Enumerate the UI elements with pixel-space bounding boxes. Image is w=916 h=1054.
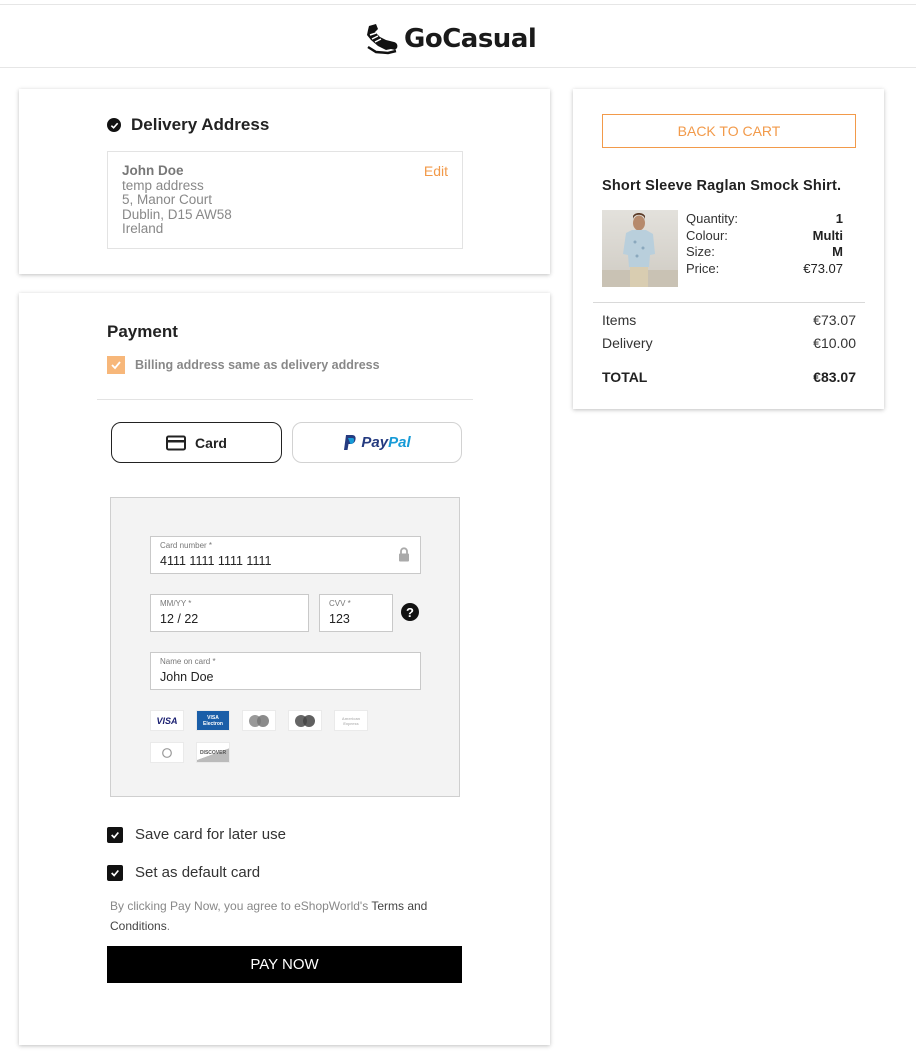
- items-row: Items €73.07: [602, 312, 856, 328]
- lock-icon: [399, 547, 409, 562]
- payment-card: Payment Billing address same as delivery…: [19, 293, 550, 1045]
- card-number-value[interactable]: 4111 1111 1111 1111: [160, 554, 271, 568]
- card-number-field[interactable]: Card number * 4111 1111 1111 1111: [150, 536, 421, 574]
- amex-logo: American Express: [334, 710, 368, 731]
- terms-prefix: By clicking Pay Now, you agree to eShopW…: [110, 899, 369, 913]
- sneaker-icon: [367, 24, 398, 55]
- total-label: TOTAL: [602, 369, 648, 385]
- attribute-label: Price:: [686, 260, 720, 276]
- attribute-row: Quantity: 1: [686, 211, 843, 228]
- diners-club-logo: [150, 742, 184, 763]
- address-box: John Doe temp address 5, Manor Court Dub…: [107, 151, 463, 249]
- attribute-row: Price: €73.07: [686, 261, 843, 278]
- save-card-label: Save card for later use: [135, 826, 286, 843]
- expiry-value[interactable]: 12 / 22: [160, 612, 198, 626]
- address-line: Ireland: [122, 221, 164, 236]
- divider: [97, 399, 473, 400]
- save-card-option[interactable]: Save card for later use: [107, 826, 286, 843]
- save-card-checkbox[interactable]: [107, 826, 123, 843]
- address-name: John Doe: [122, 163, 184, 178]
- attribute-value: M: [832, 244, 843, 259]
- product-image: [602, 210, 678, 287]
- billing-same-option[interactable]: Billing address same as delivery address: [107, 356, 380, 374]
- delivery-row: Delivery €10.00: [602, 335, 856, 351]
- card-method-button[interactable]: Card: [111, 422, 282, 463]
- default-card-checkbox[interactable]: [107, 864, 123, 881]
- terms-suffix: .: [166, 919, 171, 933]
- total-row: TOTAL €83.07: [602, 369, 856, 385]
- paypal-wordmark-pal: Pal: [388, 434, 411, 451]
- product-attributes: Quantity: 1 Colour: Multi Size: M Price:…: [686, 211, 843, 277]
- attribute-row: Size: M: [686, 244, 843, 261]
- expiry-label: MM/YY *: [160, 599, 192, 608]
- items-value: €73.07: [813, 312, 856, 328]
- cvv-label: CVV *: [329, 599, 351, 608]
- attribute-value: 1: [835, 211, 843, 226]
- address-line: Dublin, D15 AW58: [122, 206, 232, 222]
- default-card-label: Set as default card: [135, 864, 261, 881]
- paypal-wordmark-pay: Pay: [361, 434, 389, 451]
- cvv-help-icon[interactable]: ?: [401, 603, 419, 621]
- delivery-address-card: Delivery Address John Doe temp address 5…: [19, 89, 550, 274]
- attribute-value: €73.07: [803, 260, 843, 276]
- visa-electron-logo: VISA Electron: [196, 710, 230, 731]
- brand-logo[interactable]: GoCasual: [364, 19, 537, 59]
- name-on-card-value[interactable]: John Doe: [160, 670, 214, 684]
- mastercard-logo: [288, 710, 322, 731]
- maestro-logo: [242, 710, 276, 731]
- credit-card-icon: [166, 435, 187, 450]
- terms-notice: By clicking Pay Now, you agree to eShopW…: [110, 896, 440, 936]
- attribute-row: Colour: Multi: [686, 228, 843, 245]
- delivery-title-text: Delivery Address: [131, 115, 270, 134]
- check-circle-icon: [107, 118, 121, 132]
- name-on-card-field[interactable]: Name on card * John Doe: [150, 652, 421, 690]
- cvv-field[interactable]: CVV * 123: [319, 594, 393, 632]
- delivery-title: Delivery Address: [107, 115, 269, 135]
- delivery-label: Delivery: [602, 335, 653, 351]
- attribute-label: Size:: [686, 244, 715, 259]
- order-summary-card: BACK TO CART Short Sleeve Raglan Smock S…: [573, 89, 884, 409]
- delivery-value: €10.00: [813, 335, 856, 351]
- divider: [593, 302, 865, 303]
- cvv-value[interactable]: 123: [329, 612, 350, 626]
- total-value: €83.07: [813, 369, 856, 385]
- card-number-label: Card number *: [160, 541, 213, 550]
- header: GoCasual: [0, 4, 916, 68]
- pay-now-button[interactable]: PAY NOW: [107, 946, 462, 983]
- items-label: Items: [602, 312, 637, 328]
- billing-same-checkbox[interactable]: [107, 356, 125, 374]
- default-card-option[interactable]: Set as default card: [107, 864, 260, 881]
- attribute-label: Colour:: [686, 227, 728, 243]
- card-method-label: Card: [195, 434, 227, 451]
- billing-same-label: Billing address same as delivery address: [135, 358, 380, 372]
- attribute-label: Quantity:: [686, 211, 739, 226]
- back-to-cart-button[interactable]: BACK TO CART: [602, 114, 856, 148]
- card-form: Card number * 4111 1111 1111 1111 MM/YY …: [110, 497, 460, 797]
- attribute-value: Multi: [812, 227, 843, 243]
- product-name: Short Sleeve Raglan Smock Shirt.: [602, 178, 842, 194]
- payment-title: Payment: [107, 322, 178, 341]
- address-line: 5, Manor Court: [122, 192, 213, 207]
- brand-name: GoCasual: [404, 24, 537, 54]
- edit-address-link[interactable]: Edit: [424, 164, 448, 179]
- discover-logo: DISCOVER: [196, 742, 230, 763]
- paypal-method-button[interactable]: Pay Pal: [292, 422, 462, 463]
- expiry-field[interactable]: MM/YY * 12 / 22: [150, 594, 309, 632]
- name-on-card-label: Name on card *: [160, 657, 216, 666]
- address-line: temp address: [122, 177, 204, 193]
- visa-logo: VISA: [150, 710, 184, 731]
- paypal-icon: [344, 435, 357, 450]
